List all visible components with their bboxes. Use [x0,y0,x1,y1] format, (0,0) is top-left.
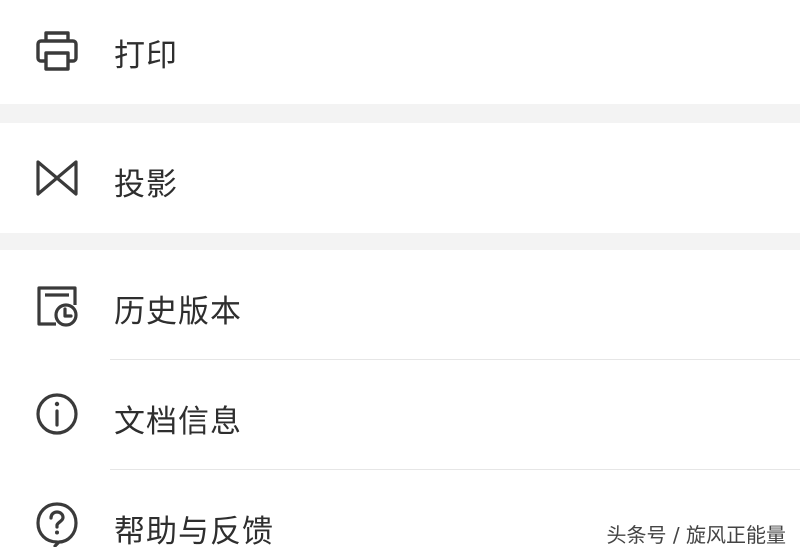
menu-item-label: 文档信息 [114,404,242,440]
menu-panel: 打印 投影 历史版本 文档信息 帮助与反馈 头条号 / 旋风正能量 [0,0,800,555]
menu-item-label: 投影 [114,167,178,203]
info-icon [34,391,80,437]
menu-item-document-info[interactable]: 文档信息 [0,360,800,469]
section-separator [0,104,800,123]
menu-item-projection[interactable]: 投影 [0,123,800,233]
menu-item-print[interactable]: 打印 [0,0,800,104]
menu-item-label: 帮助与反馈 [114,514,274,550]
printer-icon [34,28,80,74]
menu-item-label: 打印 [114,38,178,74]
menu-item-history-version[interactable]: 历史版本 [0,250,800,359]
projection-icon [34,155,80,201]
menu-item-label: 历史版本 [114,294,242,330]
help-icon [34,501,80,547]
section-separator [0,233,800,250]
watermark: 头条号 / 旋风正能量 [606,523,786,547]
history-version-icon [34,283,80,329]
